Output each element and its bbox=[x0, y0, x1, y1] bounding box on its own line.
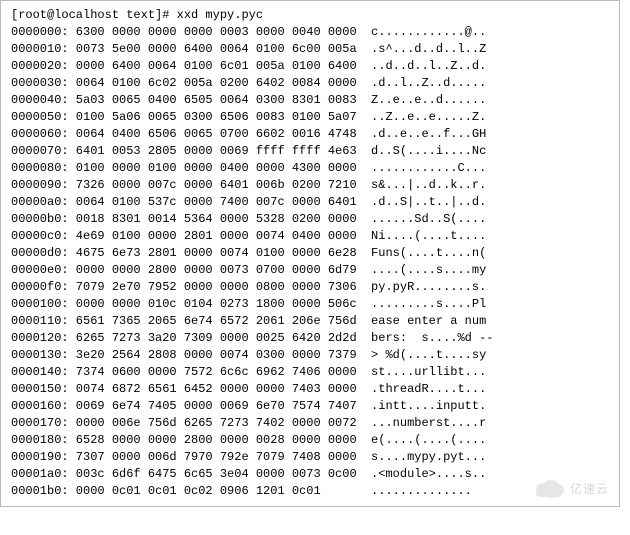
hex-row: 0000120: 6265 7273 3a20 7309 0000 0025 6… bbox=[11, 330, 609, 347]
hex-row: 0000110: 6561 7365 2065 6e74 6572 2061 2… bbox=[11, 313, 609, 330]
hex-row: 00001b0: 0000 0c01 0c01 0c02 0906 1201 0… bbox=[11, 483, 609, 500]
hex-row: 0000070: 6401 0053 2805 0000 0069 ffff f… bbox=[11, 143, 609, 160]
hex-row: 0000000: 6300 0000 0000 0000 0003 0000 0… bbox=[11, 24, 609, 41]
hex-row: 0000010: 0073 5e00 0000 6400 0064 0100 6… bbox=[11, 41, 609, 58]
hex-row: 0000030: 0064 0100 6c02 005a 0200 6402 0… bbox=[11, 75, 609, 92]
hex-row: 0000040: 5a03 0065 0400 6505 0064 0300 8… bbox=[11, 92, 609, 109]
watermark-text: 亿速云 bbox=[570, 481, 609, 498]
hex-row: 00000e0: 0000 0000 2800 0000 0073 0700 0… bbox=[11, 262, 609, 279]
hex-row: 0000170: 0000 006e 756d 6265 7273 7402 0… bbox=[11, 415, 609, 432]
hex-row: 00000f0: 7079 2e70 7952 0000 0000 0800 0… bbox=[11, 279, 609, 296]
shell-prompt: [root@localhost text]# xxd mypy.pyc bbox=[11, 8, 263, 22]
hex-row: 0000050: 0100 5a06 0065 0300 6506 0083 0… bbox=[11, 109, 609, 126]
cloud-icon bbox=[534, 480, 564, 498]
hex-row: 0000190: 7307 0000 006d 7970 792e 7079 7… bbox=[11, 449, 609, 466]
hex-row: 0000130: 3e20 2564 2808 0000 0074 0300 0… bbox=[11, 347, 609, 364]
hex-row: 0000060: 0064 0400 6506 0065 0700 6602 0… bbox=[11, 126, 609, 143]
hex-row: 0000080: 0100 0000 0100 0000 0400 0000 4… bbox=[11, 160, 609, 177]
terminal-window: [root@localhost text]# xxd mypy.pyc 0000… bbox=[0, 0, 620, 507]
hex-row: 0000090: 7326 0000 007c 0000 6401 006b 0… bbox=[11, 177, 609, 194]
hex-row: 0000020: 0000 6400 0064 0100 6c01 005a 0… bbox=[11, 58, 609, 75]
hex-row: 0000180: 6528 0000 0000 2800 0000 0028 0… bbox=[11, 432, 609, 449]
hex-row: 00000a0: 0064 0100 537c 0000 7400 007c 0… bbox=[11, 194, 609, 211]
hexdump-output: 0000000: 6300 0000 0000 0000 0003 0000 0… bbox=[11, 24, 609, 500]
hex-row: 00000b0: 0018 8301 0014 5364 0000 5328 0… bbox=[11, 211, 609, 228]
watermark: 亿速云 bbox=[534, 480, 609, 498]
hex-row: 0000140: 7374 0600 0000 7572 6c6c 6962 7… bbox=[11, 364, 609, 381]
hex-row: 0000150: 0074 6872 6561 6452 0000 0000 7… bbox=[11, 381, 609, 398]
hex-row: 00000c0: 4e69 0100 0000 2801 0000 0074 0… bbox=[11, 228, 609, 245]
hex-row: 0000160: 0069 6e74 7405 0000 0069 6e70 7… bbox=[11, 398, 609, 415]
prompt-line: [root@localhost text]# xxd mypy.pyc bbox=[11, 7, 609, 24]
hex-row: 0000100: 0000 0000 010c 0104 0273 1800 0… bbox=[11, 296, 609, 313]
hex-row: 00001a0: 003c 6d6f 6475 6c65 3e04 0000 0… bbox=[11, 466, 609, 483]
hex-row: 00000d0: 4675 6e73 2801 0000 0074 0100 0… bbox=[11, 245, 609, 262]
